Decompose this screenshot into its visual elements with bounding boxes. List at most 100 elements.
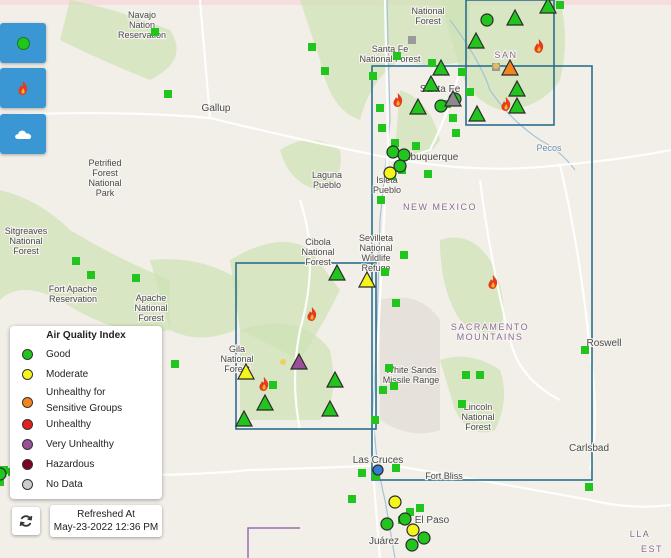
aqi-monitor-marker[interactable] [417,531,431,545]
aqi-monitor-marker[interactable] [383,166,397,180]
purpleair-marker[interactable] [408,36,416,44]
purpleair-marker[interactable] [379,386,387,394]
purpleair-marker[interactable] [377,196,385,204]
aqi-monitor-marker[interactable] [372,464,384,476]
purpleair-marker[interactable] [378,124,386,132]
fire-hotspot [493,63,499,69]
place-label: Lincoln National Forest [461,402,494,432]
aqi-legend: Air Quality Index Good Moderate Unhealth… [10,326,162,499]
purpleair-marker[interactable] [585,483,593,491]
purpleair-marker[interactable] [458,68,466,76]
purpleair-marker[interactable] [458,400,466,408]
refresh-label: Refreshed At [77,509,135,520]
refresh-icon [19,515,33,527]
green-dot-icon [16,36,30,50]
place-label: Fort Bliss [425,471,463,481]
purpleair-marker[interactable] [452,129,460,137]
place-label: National Forest [411,6,444,26]
air-quality-layer-button[interactable] [0,23,46,63]
aqi-monitor-marker[interactable] [480,13,494,27]
purpleair-marker[interactable] [87,271,95,279]
place-label: Cibola National Forest [301,237,334,267]
legend-item-unhealthy: Unhealthy [22,419,146,430]
purpleair-marker[interactable] [381,268,389,276]
purpleair-marker[interactable] [400,251,408,259]
purpleair-marker[interactable] [385,364,393,372]
place-label: Petrified Forest National Park [88,158,121,198]
place-label: Pecos [536,143,562,153]
purpleair-marker[interactable] [476,371,484,379]
aqi-monitor-marker[interactable] [405,538,419,552]
purpleair-marker[interactable] [269,381,277,389]
forest-area [240,323,334,420]
legend-item-very-unhealthy: Very Unhealthy [22,439,146,450]
purpleair-marker[interactable] [466,88,474,96]
purpleair-marker[interactable] [171,360,179,368]
purpleair-marker[interactable] [424,170,432,178]
purpleair-marker[interactable] [392,299,400,307]
legend-item-good: Good [22,349,146,360]
place-label: Apache National Forest [134,293,167,323]
aqi-monitor-marker[interactable] [388,495,402,509]
purpleair-marker[interactable] [412,142,420,150]
cloud-icon [15,130,32,139]
road [198,0,212,119]
aqi-monitor-marker[interactable] [406,523,420,537]
purpleair-marker[interactable] [132,274,140,282]
good-dot-icon [22,349,33,360]
forest-area [60,0,177,80]
purpleair-marker[interactable] [428,59,436,67]
purpleair-marker[interactable] [581,346,589,354]
fire-layer-button[interactable] [0,68,46,108]
purpleair-marker[interactable] [369,72,377,80]
purpleair-marker[interactable] [371,416,379,424]
fire-icon [18,81,28,95]
legend-title: Air Quality Index [46,330,126,341]
aqi-monitor-marker[interactable] [386,145,400,159]
legend-label: Hazardous [46,459,95,470]
aqi-monitor-marker[interactable] [398,512,412,526]
purpleair-marker[interactable] [376,104,384,112]
place-label: LLA [630,529,651,539]
state-border [247,527,300,558]
legend-label: Very Unhealthy [46,439,114,450]
purpleair-marker[interactable] [348,495,356,503]
usg-dot-icon [22,397,33,408]
unhealthy-dot-icon [22,419,33,430]
purpleair-marker[interactable] [72,257,80,265]
purpleair-marker[interactable] [151,28,159,36]
place-label: El Paso [415,515,450,526]
place-label: SACRAMENTO MOUNTAINS [451,322,529,342]
purpleair-marker[interactable] [164,90,172,98]
purpleair-marker[interactable] [321,67,329,75]
no-data-dot-icon [22,479,33,490]
legend-item-hazardous: Hazardous [22,459,146,470]
aqi-monitor-marker[interactable] [380,517,394,531]
purpleair-marker[interactable] [358,469,366,477]
legend-label: No Data [46,479,83,490]
purpleair-marker[interactable] [449,114,457,122]
purpleair-marker[interactable] [308,43,316,51]
purpleair-marker[interactable] [390,382,398,390]
place-label: Roswell [586,338,621,349]
place-label: Fort Apache Reservation [49,284,98,304]
smoke-layer-button[interactable] [0,114,46,154]
refresh-button[interactable] [12,507,40,535]
purpleair-marker[interactable] [556,1,564,9]
aqi-monitor-marker[interactable] [397,148,411,162]
purpleair-marker[interactable] [462,371,470,379]
aqi-sensor-marker[interactable] [328,263,346,281]
place-label: EST [641,544,663,554]
place-label: Gallup [202,103,231,114]
moderate-dot-icon [22,369,33,380]
aqi-sensor-marker[interactable] [468,104,486,122]
purpleair-marker[interactable] [392,464,400,472]
purpleair-marker[interactable] [416,504,424,512]
purpleair-marker[interactable] [393,52,401,60]
place-label: Laguna Pueblo [312,170,342,190]
place-label: SAN [494,50,517,60]
legend-label: Moderate [46,369,89,380]
refresh-timestamp-box: Refreshed At May-23-2022 12:36 PM [50,505,162,537]
refresh-timestamp: May-23-2022 12:36 PM [53,522,159,533]
road [558,164,597,471]
